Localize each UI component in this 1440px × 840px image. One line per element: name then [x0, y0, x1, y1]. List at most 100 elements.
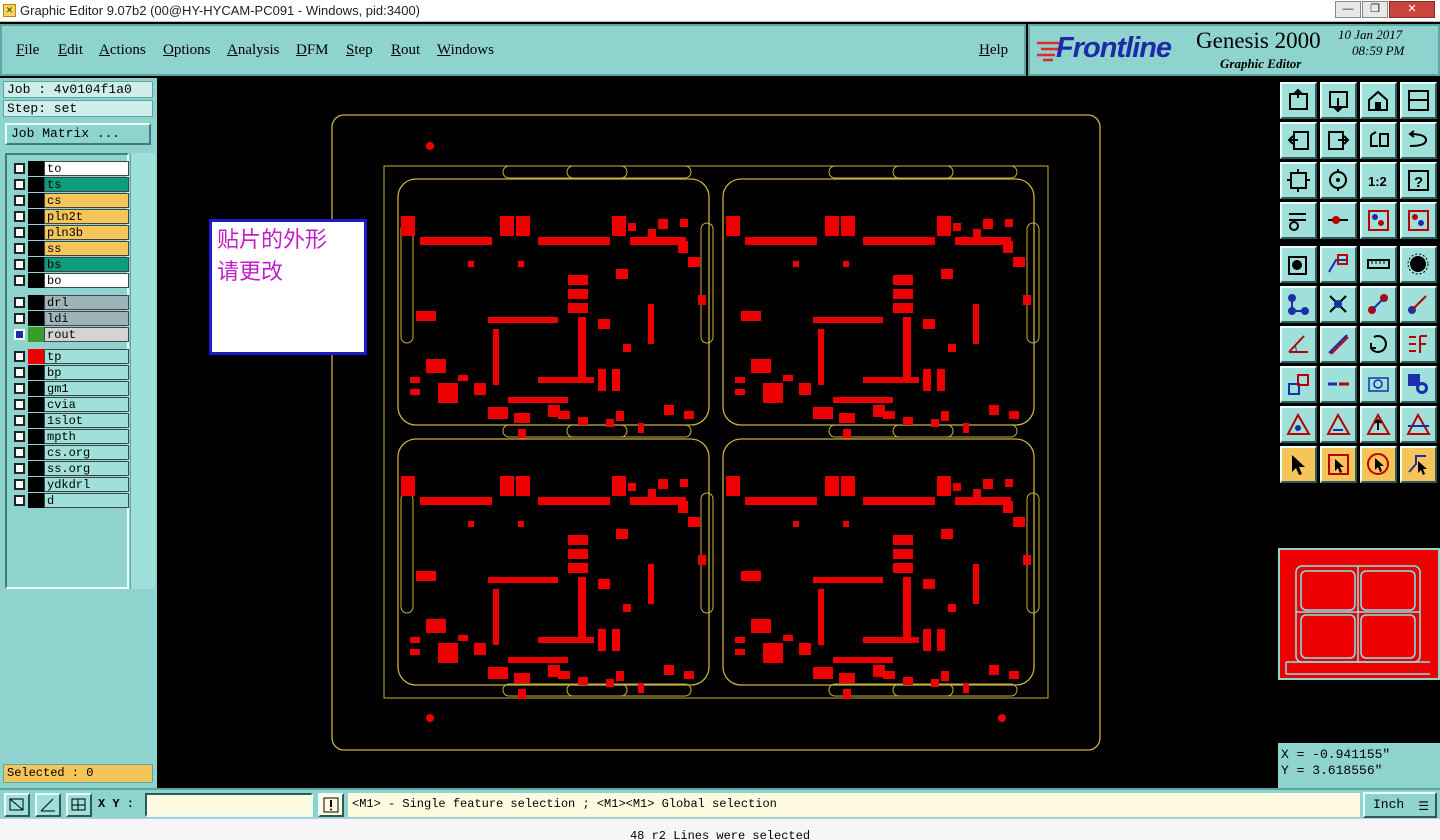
pad-3-0[interactable]: [726, 476, 740, 496]
layer-color-swatch[interactable]: [28, 257, 44, 272]
pad-2-27[interactable]: [680, 479, 688, 487]
pad-2-46[interactable]: [638, 683, 644, 693]
pad-0-16[interactable]: [426, 359, 446, 373]
layer-color-swatch[interactable]: [28, 273, 44, 288]
pad-3-10[interactable]: [741, 571, 761, 581]
pad-0-10[interactable]: [416, 311, 436, 321]
side-bridge-1[interactable]: [700, 222, 714, 344]
pad-1-16[interactable]: [751, 359, 771, 373]
layer-checkbox[interactable]: [14, 313, 25, 324]
layer-row-bo[interactable]: bo: [10, 273, 129, 288]
fiducial-1[interactable]: [426, 714, 434, 722]
layer-name[interactable]: drl: [44, 295, 129, 310]
ruler-button[interactable]: [1360, 246, 1397, 283]
layer-name[interactable]: mpth: [44, 429, 129, 444]
pad-1-41[interactable]: [799, 383, 811, 395]
layer-checkbox[interactable]: [14, 479, 25, 490]
pad-0-35[interactable]: [664, 405, 674, 415]
pad-3-19[interactable]: [763, 643, 783, 663]
layer-color-swatch[interactable]: [28, 209, 44, 224]
pad-2-35[interactable]: [664, 665, 674, 675]
layer-name[interactable]: to: [44, 161, 129, 176]
pad-0-38[interactable]: [410, 377, 420, 383]
layer-button[interactable]: [1360, 202, 1397, 239]
pad-1-6[interactable]: [955, 237, 1011, 245]
pad-2-45[interactable]: [606, 679, 614, 687]
layer-color-swatch[interactable]: [28, 477, 44, 492]
pad-1-37[interactable]: [948, 344, 956, 352]
pad-2-47[interactable]: [684, 671, 694, 679]
line-button[interactable]: [1320, 326, 1357, 363]
pcb-drawing[interactable]: [157, 78, 1275, 788]
pad-2-24[interactable]: [678, 501, 688, 513]
layer-checkbox[interactable]: [14, 243, 25, 254]
pad-2-41[interactable]: [474, 643, 486, 655]
pad-0-33[interactable]: [518, 429, 526, 439]
pad-3-47[interactable]: [1009, 671, 1019, 679]
tab-bridge-11[interactable]: [892, 683, 1018, 697]
layer-row-ss-org[interactable]: ss.org: [10, 461, 129, 476]
pad-0-21[interactable]: [488, 407, 508, 419]
menu-help[interactable]: Help: [979, 42, 1008, 59]
one-to-one-button[interactable]: 1:2: [1360, 162, 1397, 199]
layer-name[interactable]: ts: [44, 177, 129, 192]
pad-3-36[interactable]: [923, 579, 935, 589]
select-button[interactable]: [1280, 446, 1317, 483]
pad-1-23[interactable]: [1023, 295, 1031, 305]
pad-1-40[interactable]: [783, 375, 793, 381]
pad-1-32[interactable]: [941, 269, 953, 279]
tab-bridge-2[interactable]: [828, 165, 954, 179]
pad-3-43[interactable]: [883, 671, 895, 679]
layer-row-bp[interactable]: bp: [10, 365, 129, 380]
snap-angle-button[interactable]: [35, 793, 61, 817]
pad-3-3[interactable]: [937, 476, 951, 496]
pad-2-38[interactable]: [410, 637, 420, 643]
unit-selector[interactable]: Inch ☰: [1363, 792, 1437, 818]
layer-checkbox[interactable]: [14, 399, 25, 410]
measure-button[interactable]: [1280, 202, 1317, 239]
layer-name[interactable]: bp: [44, 365, 129, 380]
layer-checkbox[interactable]: [14, 163, 25, 174]
layer-row-drl[interactable]: drl: [10, 295, 129, 310]
pad-2-34[interactable]: [616, 671, 624, 681]
layer-name[interactable]: pln3b: [44, 225, 129, 240]
layer-row-ts[interactable]: ts: [10, 177, 129, 192]
pad-0-45[interactable]: [606, 419, 614, 427]
pad-2-2[interactable]: [516, 476, 530, 496]
layer-checkbox[interactable]: [14, 431, 25, 442]
layer-row-cvia[interactable]: cvia: [10, 397, 129, 412]
pad-0-27[interactable]: [680, 219, 688, 227]
mini-navigator[interactable]: [1278, 548, 1440, 680]
pad-0-0[interactable]: [401, 216, 415, 236]
pad-1-10[interactable]: [741, 311, 761, 321]
pad-0-44[interactable]: [578, 417, 588, 425]
pad-1-28[interactable]: [953, 223, 961, 231]
pad-2-32[interactable]: [616, 529, 628, 539]
select-box-button[interactable]: [1320, 446, 1357, 483]
redo-button[interactable]: [1400, 122, 1437, 159]
pad-1-46[interactable]: [963, 423, 969, 433]
layer-name[interactable]: tp: [44, 349, 129, 364]
pad-3-21[interactable]: [813, 667, 833, 679]
snap-button[interactable]: [1320, 202, 1357, 239]
layer-name[interactable]: bo: [44, 273, 129, 288]
pad-3-24[interactable]: [1003, 501, 1013, 513]
menu-actions[interactable]: Actions: [99, 42, 146, 59]
pad-1-9[interactable]: [893, 303, 913, 313]
pad-2-14[interactable]: [578, 577, 586, 637]
tri-up-button[interactable]: [1320, 406, 1357, 443]
pad-0-37[interactable]: [623, 344, 631, 352]
layer-row-pln2t[interactable]: pln2t: [10, 209, 129, 224]
pad-2-4[interactable]: [420, 497, 492, 505]
pad-2-11[interactable]: [488, 577, 558, 583]
pad-3-46[interactable]: [963, 683, 969, 693]
pad-2-23[interactable]: [698, 555, 706, 565]
pad-1-15[interactable]: [973, 304, 979, 344]
pad-0-19[interactable]: [438, 383, 458, 403]
pad-2-15[interactable]: [648, 564, 654, 604]
pad-3-42[interactable]: [839, 673, 855, 683]
pad-1-17[interactable]: [923, 369, 931, 391]
pad-0-39[interactable]: [410, 389, 420, 395]
pad-2-29[interactable]: [648, 489, 656, 497]
pad-0-15[interactable]: [648, 304, 654, 344]
